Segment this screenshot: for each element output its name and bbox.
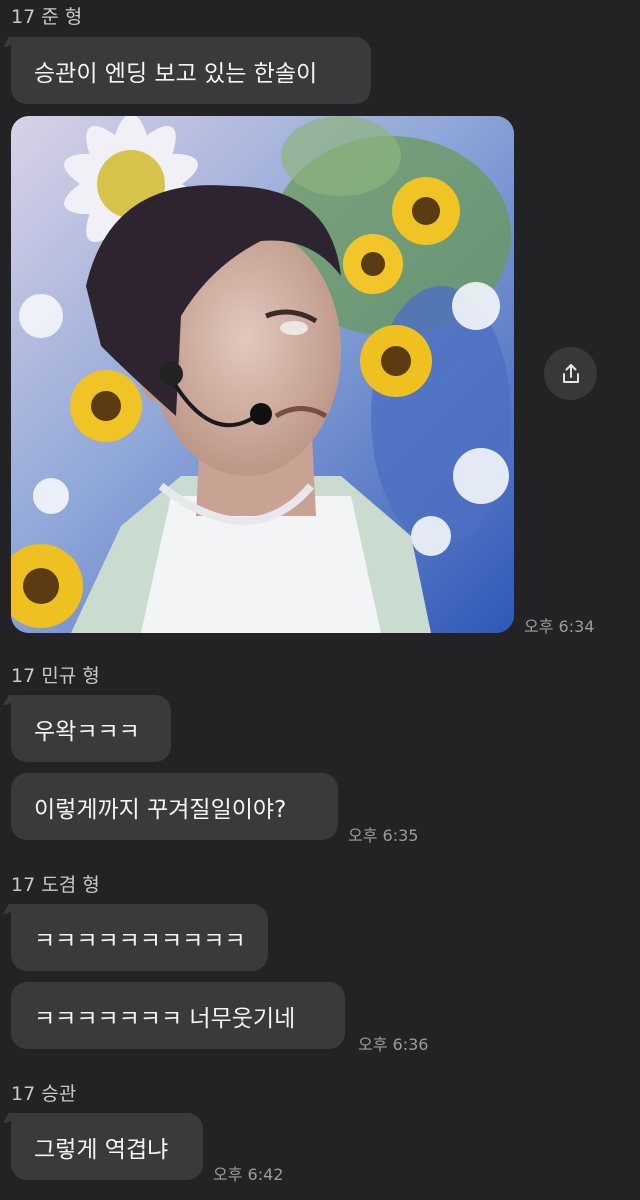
message-text: 승관이 엔딩 보고 있는 한솔이: [34, 60, 318, 87]
message-bubble[interactable]: ㅋㅋㅋㅋㅋㅋㅋ 너무웃기네: [11, 982, 345, 1049]
message-time: 오후 6:35: [348, 826, 419, 845]
share-button[interactable]: [544, 347, 597, 400]
sender-name: 17 준 형: [11, 6, 83, 28]
photo-image: [11, 116, 514, 633]
message-bubble[interactable]: 우왁ㅋㅋㅋ: [11, 695, 171, 762]
photo-attachment[interactable]: [11, 116, 514, 633]
message-time: 오후 6:42: [213, 1165, 284, 1184]
share-icon: [562, 363, 579, 383]
message-text: ㅋㅋㅋㅋㅋㅋㅋㅋㅋㅋ: [34, 927, 246, 954]
message-bubble[interactable]: ㅋㅋㅋㅋㅋㅋㅋㅋㅋㅋ: [11, 904, 268, 971]
message-bubble[interactable]: 그렇게 역겹냐: [11, 1113, 203, 1180]
message-text: ㅋㅋㅋㅋㅋㅋㅋ 너무웃기네: [34, 1005, 296, 1032]
message-text: 우왁ㅋㅋㅋ: [34, 718, 140, 745]
sender-name: 17 도겸 형: [11, 874, 100, 896]
message-text: 그렇게 역겹냐: [34, 1136, 169, 1163]
message-bubble[interactable]: 이렇게까지 꾸겨질일이야?: [11, 773, 338, 840]
message-time: 오후 6:36: [358, 1035, 429, 1054]
message-text: 이렇게까지 꾸겨질일이야?: [34, 796, 287, 823]
message-bubble[interactable]: 승관이 엔딩 보고 있는 한솔이: [11, 37, 371, 104]
message-time: 오후 6:34: [524, 617, 595, 636]
sender-name: 17 민규 형: [11, 665, 100, 687]
sender-name: 17 승관: [11, 1083, 77, 1105]
